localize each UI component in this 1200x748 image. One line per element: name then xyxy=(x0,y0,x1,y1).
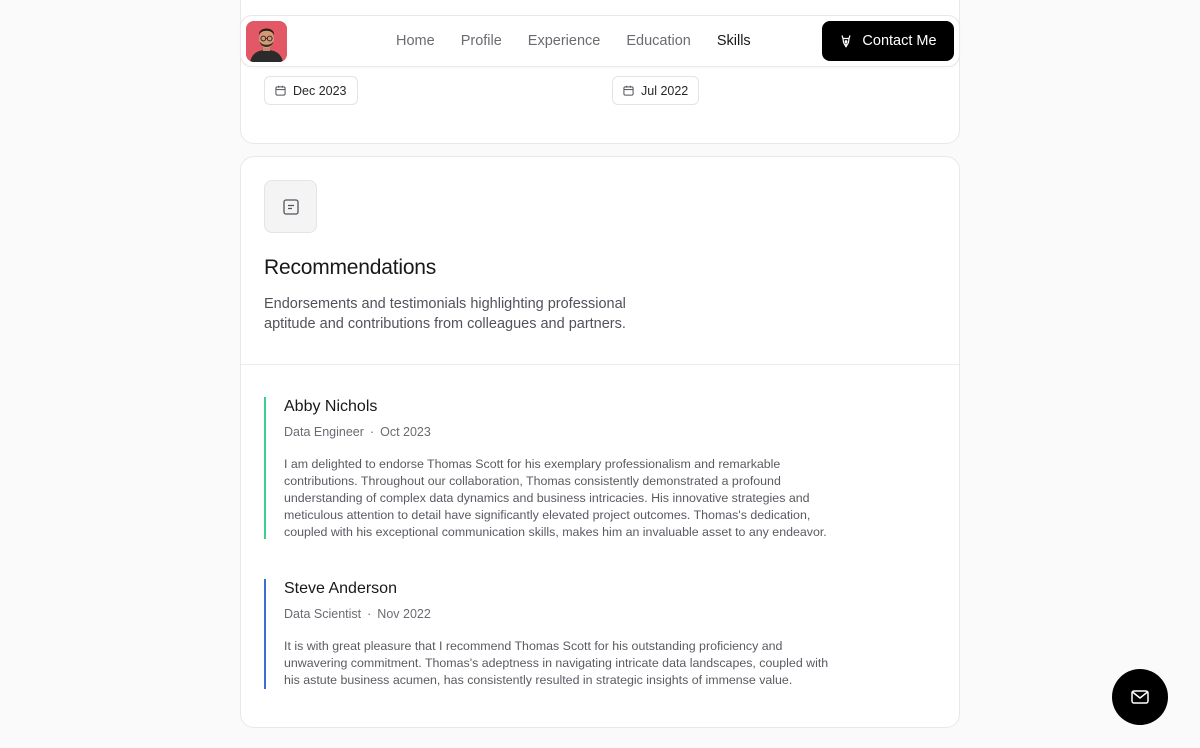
calendar-icon xyxy=(275,85,286,96)
nav-link-education[interactable]: Education xyxy=(613,33,704,49)
recommender-meta: Data Engineer · Oct 2023 xyxy=(284,424,864,440)
recommender-role: Data Scientist xyxy=(284,607,362,621)
recommender-meta: Data Scientist · Nov 2022 xyxy=(284,606,864,622)
date-badge: Jul 2022 xyxy=(612,76,700,105)
recommender-name: Steve Anderson xyxy=(284,580,397,597)
section-description: Endorsements and testimonials highlighti… xyxy=(264,296,626,332)
meta-separator: · xyxy=(367,607,372,621)
recommendation-text: It is with great pleasure that I recomme… xyxy=(284,639,829,687)
pen-nib-icon xyxy=(841,35,851,48)
contact-me-label: Contact Me xyxy=(862,33,937,49)
recommender-role: Data Engineer xyxy=(284,425,364,439)
mail-fab-button[interactable] xyxy=(1112,669,1168,725)
nav-link-skills[interactable]: Skills xyxy=(704,33,764,49)
meta-separator: · xyxy=(369,425,375,439)
document-icon xyxy=(282,198,299,215)
mail-icon xyxy=(1131,690,1149,704)
section-icon-box xyxy=(264,180,317,233)
section-title: Recommendations xyxy=(264,256,437,279)
recommendation-item: Steve Anderson Data Scientist · Nov 2022… xyxy=(264,579,864,689)
recommendation-date: Nov 2022 xyxy=(377,607,431,621)
recommendations-card: Recommendations Endorsements and testimo… xyxy=(240,156,960,728)
calendar-icon xyxy=(623,85,634,96)
nav-link-profile[interactable]: Profile xyxy=(448,33,515,49)
date-badge-label: Dec 2023 xyxy=(293,83,347,98)
date-badge-label: Jul 2022 xyxy=(641,83,689,98)
date-badge: Dec 2023 xyxy=(264,76,358,105)
recommendation-date: Oct 2023 xyxy=(380,425,431,439)
recommendation-text: I am delighted to endorse Thomas Scott f… xyxy=(284,457,827,539)
avatar-portrait xyxy=(246,21,287,62)
nav-links: Home Profile Experience Education Skills xyxy=(383,16,764,66)
divider xyxy=(241,364,959,365)
recommendation-item: Abby Nichols Data Engineer · Oct 2023 I … xyxy=(264,397,864,539)
recommender-name: Abby Nichols xyxy=(284,398,378,415)
avatar[interactable] xyxy=(246,21,287,62)
top-navbar: Home Profile Experience Education Skills… xyxy=(240,15,960,67)
nav-link-home[interactable]: Home xyxy=(383,33,448,49)
nav-link-experience[interactable]: Experience xyxy=(515,33,614,49)
contact-me-button[interactable]: Contact Me xyxy=(822,21,954,61)
